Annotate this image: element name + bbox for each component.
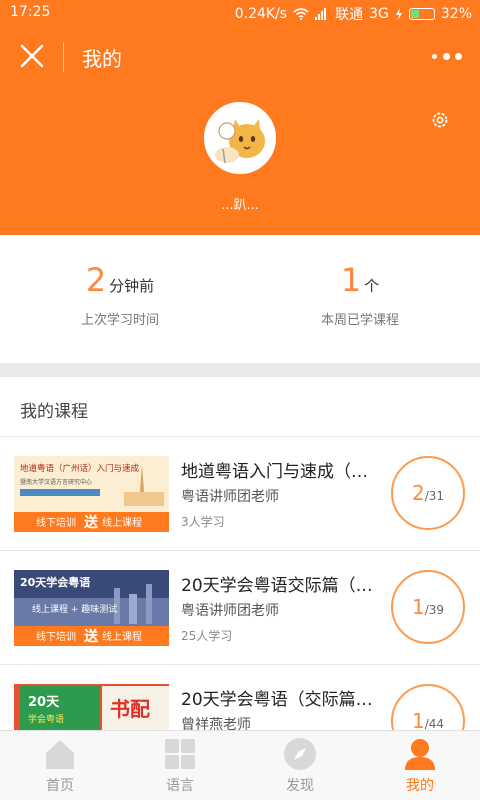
signal-icon: [315, 8, 327, 20]
course-progress: 1/39: [391, 570, 465, 644]
progress-done: 2: [411, 481, 425, 505]
status-right: 0.24K/s 联通 3G 32%: [235, 4, 472, 24]
thumb-line1: 地道粤语（广州话）入门与速成: [20, 463, 140, 474]
thumb-banner-end: 线上课程: [102, 630, 142, 643]
progress-total: /39: [424, 603, 445, 617]
course-card[interactable]: 地道粤语（广州话）入门与速成 暨南大学汉语方言研究中心 线下培训 送 线上课程 …: [0, 437, 480, 551]
thumb-line1: 20天: [28, 695, 60, 710]
thumb-line2: 线上课程 + 趣味测试: [32, 603, 117, 615]
weekly-courses-unit: 个: [364, 277, 380, 295]
home-icon: [46, 740, 74, 769]
header-divider: [63, 42, 64, 72]
profile-header: 我的 ...趴...: [0, 26, 480, 235]
tab-mine[interactable]: 我的: [360, 731, 480, 800]
progress-total: /31: [424, 489, 445, 503]
tab-label: 首页: [46, 778, 74, 794]
user-icon: [405, 739, 435, 770]
more-icon[interactable]: [432, 48, 462, 64]
course-teacher: 粤语讲师团老师: [181, 489, 279, 505]
battery-percent: 32%: [440, 6, 472, 22]
thumb-line2: 学会粤语: [28, 713, 64, 725]
thumb-banner-end: 线上课程: [102, 516, 142, 529]
last-study-value: 2: [85, 261, 107, 299]
course-title: 地道粤语入门与速成（…: [181, 462, 368, 482]
close-icon[interactable]: [20, 44, 44, 68]
thumb-banner-highlight: 送: [83, 628, 99, 645]
battery-icon: [408, 8, 435, 20]
tab-home[interactable]: 首页: [0, 731, 120, 800]
network-speed: 0.24K/s: [234, 6, 288, 22]
thumb-line1: 20天学会粤语: [20, 575, 90, 589]
course-thumbnail: 20天学会粤语 线上课程 + 趣味测试 线下培训 送 线上课程: [14, 570, 169, 646]
last-study-unit: 分钟前: [109, 277, 155, 295]
weekly-courses-stat: 1个 本周已学课程: [240, 235, 480, 363]
compass-icon: [284, 738, 316, 770]
course-title: 20天学会粤语交际篇（…: [181, 576, 373, 596]
bottom-tab-bar: 首页 语言 发现 我的: [0, 730, 480, 800]
tab-discover[interactable]: 发现: [240, 731, 360, 800]
my-courses-title: 我的课程: [20, 402, 88, 422]
course-thumbnail: 地道粤语（广州话）入门与速成 暨南大学汉语方言研究中心 线下培训 送 线上课程: [14, 456, 169, 532]
weekly-courses-value: 1: [340, 261, 362, 299]
status-time: 17:25: [10, 4, 51, 20]
cat-avatar-illustration: [207, 105, 273, 171]
last-study-stat: 2 分钟前 上次学习时间: [0, 235, 240, 363]
grid-icon: [165, 739, 195, 769]
thumb-banner: 线下培训: [36, 630, 76, 643]
username[interactable]: ...趴...: [0, 194, 480, 213]
course-teacher: 粤语讲师团老师: [181, 603, 279, 619]
page-title: 我的: [82, 47, 122, 71]
study-stats: 2 分钟前 上次学习时间 1个 本周已学课程: [0, 235, 480, 363]
weekly-courses-label: 本周已学课程: [320, 313, 399, 328]
thumb-stamp: 书配: [110, 697, 150, 721]
course-title: 20天学会粤语（交际篇…: [181, 690, 373, 710]
course-learners: 25人学习: [181, 629, 233, 643]
network-type: 3G: [369, 6, 389, 22]
tab-label: 我的: [406, 778, 434, 794]
last-study-label: 上次学习时间: [80, 313, 159, 328]
course-learners: 3人学习: [181, 515, 225, 529]
thumb-line2: 暨南大学汉语方言研究中心: [20, 478, 92, 486]
course-card[interactable]: 20天学会粤语 线上课程 + 趣味测试 线下培训 送 线上课程 20天学会粤语交…: [0, 551, 480, 665]
section-separator: [0, 363, 480, 377]
carrier-name: 联通: [335, 7, 364, 23]
progress-total: /44: [424, 717, 445, 731]
progress-done: 1: [411, 595, 425, 619]
settings-icon[interactable]: [430, 110, 450, 130]
tab-language[interactable]: 语言: [120, 731, 240, 800]
wifi-icon: [293, 8, 309, 20]
thumb-banner-highlight: 送: [83, 514, 99, 531]
thumb-banner: 线下培训: [36, 516, 76, 529]
tab-label: 语言: [166, 778, 194, 794]
charging-icon: [395, 8, 402, 20]
tab-label: 发现: [286, 778, 314, 794]
status-bar: 17:25 0.24K/s 联通 3G 32%: [0, 0, 480, 26]
avatar[interactable]: [204, 102, 276, 174]
course-progress: 2/31: [391, 456, 465, 530]
